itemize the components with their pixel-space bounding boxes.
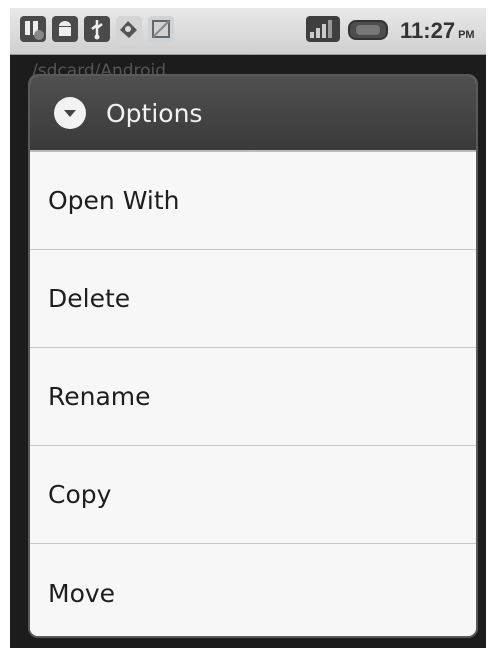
chevron-down-circle-icon xyxy=(54,97,86,129)
android-icon xyxy=(52,16,78,42)
menu-item-open-with[interactable]: Open With xyxy=(30,152,476,250)
battery-icon xyxy=(348,20,388,40)
sd-card-icon xyxy=(116,16,142,42)
clock-time: 11:27 xyxy=(400,18,456,43)
clock: 11:27 PM xyxy=(400,18,475,44)
options-dialog: Options Open With Delete Rename Copy Mov… xyxy=(30,76,476,636)
notification-icon xyxy=(148,16,174,42)
dialog-header: Options xyxy=(30,76,476,152)
menu-item-copy[interactable]: Copy xyxy=(30,446,476,544)
clock-ampm: PM xyxy=(458,29,475,41)
dialog-title: Options xyxy=(106,98,203,128)
phone-screen: 11:27 PM /sdcard/Android Options Open Wit… xyxy=(10,8,486,648)
menu-item-delete[interactable]: Delete xyxy=(30,250,476,348)
usb-icon xyxy=(84,16,110,42)
usb-debug-icon xyxy=(20,16,46,42)
menu-item-move[interactable]: Move xyxy=(30,544,476,636)
menu-item-rename[interactable]: Rename xyxy=(30,348,476,446)
status-bar: 11:27 PM xyxy=(10,8,486,55)
signal-icon xyxy=(306,16,340,42)
